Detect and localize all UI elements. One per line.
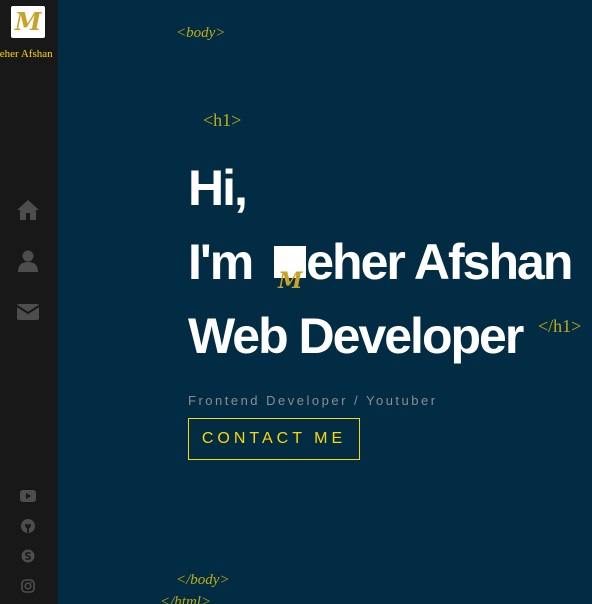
logo-letter: M bbox=[14, 7, 42, 36]
nav-contact[interactable] bbox=[16, 300, 40, 324]
body-open-tag: <body> bbox=[176, 25, 226, 41]
hero-role-text: Web Developer bbox=[188, 308, 524, 364]
hero-name-text: eher Afshan bbox=[306, 234, 573, 290]
social-instagram[interactable] bbox=[20, 578, 36, 594]
hero-name-line: I'm Meher Afshan bbox=[188, 234, 573, 294]
sidebar: M Meher Afshan bbox=[0, 0, 58, 604]
user-icon bbox=[18, 250, 38, 272]
youtube-icon bbox=[20, 490, 36, 502]
hero-name-logo-letter: M bbox=[278, 267, 303, 294]
hero-greeting-text: Hi, bbox=[188, 160, 248, 216]
social-skype[interactable] bbox=[20, 548, 36, 564]
body-close-tag: </body> bbox=[176, 572, 230, 588]
nav-about[interactable] bbox=[16, 249, 40, 273]
hero-name-logo: M bbox=[274, 245, 307, 294]
instagram-icon bbox=[21, 579, 35, 593]
contact-me-button[interactable]: CONTACT ME bbox=[188, 418, 360, 460]
github-icon bbox=[21, 519, 35, 533]
skype-icon bbox=[21, 549, 35, 563]
social-github[interactable] bbox=[20, 518, 36, 534]
hero-role: Web Developer bbox=[188, 308, 524, 364]
logo-name[interactable]: Meher Afshan bbox=[0, 48, 53, 60]
hero-im-text: I'm bbox=[188, 234, 254, 290]
home-icon bbox=[17, 200, 39, 220]
html-close-tag: </html> bbox=[160, 594, 212, 604]
h1-open-tag: <h1> bbox=[203, 110, 242, 130]
hero-greeting: Hi, bbox=[188, 160, 248, 216]
social-youtube[interactable] bbox=[20, 488, 36, 504]
h1-close-tag: </h1> bbox=[538, 316, 582, 336]
envelope-icon bbox=[16, 304, 40, 320]
logo[interactable]: M bbox=[11, 6, 45, 38]
hero-subtitle: Frontend Developer / Youtuber bbox=[188, 393, 438, 408]
nav-home[interactable] bbox=[16, 198, 40, 222]
